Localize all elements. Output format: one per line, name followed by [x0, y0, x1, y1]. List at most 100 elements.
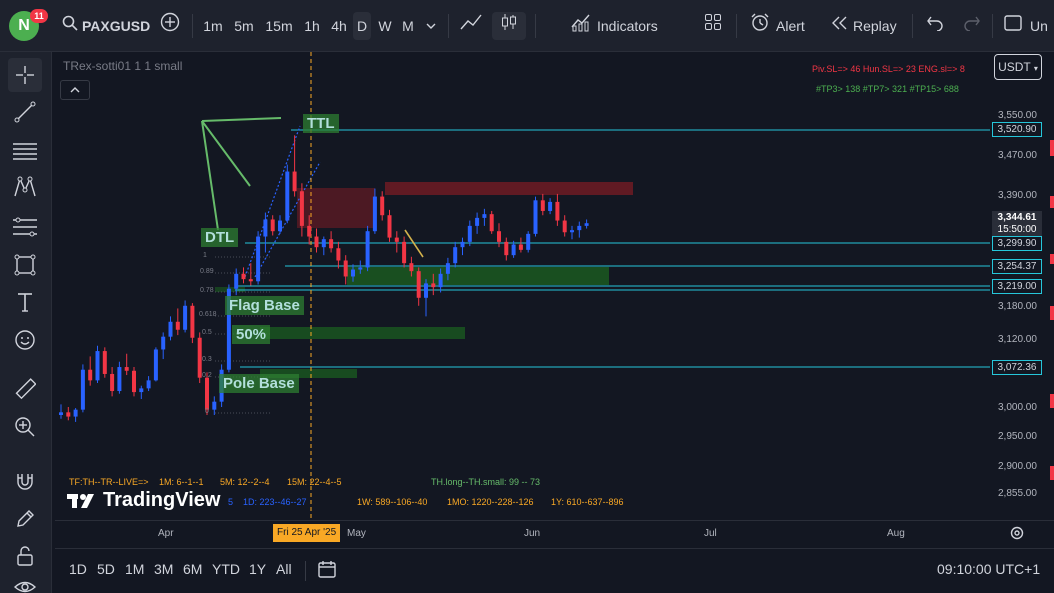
interval-1m[interactable]: 1m	[201, 12, 225, 40]
range-5d[interactable]: 5D	[97, 561, 115, 577]
interval-4h[interactable]: 4h	[327, 12, 351, 40]
candle-body	[124, 367, 129, 371]
candle-body	[577, 225, 582, 231]
candle-body	[241, 273, 246, 280]
candle-body	[146, 380, 151, 389]
currency-label: USDT	[998, 60, 1031, 74]
alarm-clock-icon[interactable]	[748, 12, 772, 40]
pencil-lock-icon[interactable]	[8, 502, 42, 536]
rectangle-icon[interactable]	[8, 248, 42, 282]
magnet-icon[interactable]	[8, 464, 42, 498]
info-1y: 1Y: 610--637--896	[551, 497, 624, 507]
range-6m[interactable]: 6M	[183, 561, 202, 577]
timezone-clock[interactable]: 09:10:00 UTC+1	[937, 561, 1040, 577]
crosshair-icon[interactable]	[8, 58, 42, 92]
text-tool-icon[interactable]	[8, 285, 42, 319]
indicator-title[interactable]: TRex-sotti01 1 1 small	[63, 59, 182, 73]
interval-d[interactable]: D	[353, 12, 371, 40]
zoom-in-icon[interactable]	[8, 410, 42, 444]
candle-body	[409, 263, 414, 272]
price-chart[interactable]: TRex-sotti01 1 1 small Piv.SL=> 46 Hun.S…	[55, 52, 990, 520]
price-tag: 3,072.36	[992, 360, 1042, 375]
indicators-icon[interactable]	[568, 12, 594, 40]
fib-retracement-icon[interactable]	[8, 210, 42, 244]
info-1m: 1M: 6--1--1	[159, 477, 204, 487]
pennant-drawing	[201, 117, 282, 231]
time-axis[interactable]: Apr May Jun Jul Aug Fri 25 Apr '25	[55, 520, 1054, 548]
range-1d[interactable]: 1D	[69, 561, 87, 577]
candle-body	[299, 191, 304, 226]
range-3m[interactable]: 3M	[154, 561, 173, 577]
avatar-letter: N	[18, 17, 30, 34]
interval-w[interactable]: W	[375, 12, 395, 40]
candle-body	[365, 231, 370, 268]
current-price: 3,344.61	[997, 212, 1037, 223]
range-all[interactable]: All	[276, 561, 292, 577]
candle-body	[95, 351, 100, 381]
range-1y[interactable]: 1Y	[249, 561, 266, 577]
divider	[305, 561, 306, 581]
fib-level-label: 0.618	[199, 311, 217, 318]
x-tick: Apr	[158, 528, 174, 539]
info-1w: 1W: 589--106--40	[357, 497, 428, 507]
replay-icon[interactable]	[828, 12, 850, 40]
divider	[535, 14, 536, 38]
candle-body	[475, 217, 480, 226]
candle-body	[555, 201, 560, 221]
collapse-legend-button[interactable]	[60, 80, 90, 100]
edge-marker	[1050, 466, 1054, 480]
x-tick: Jun	[524, 528, 541, 539]
range-1m[interactable]: 1M	[125, 561, 144, 577]
undo-icon[interactable]	[923, 12, 947, 40]
crosshair-date-label: Fri 25 Apr '25	[273, 524, 341, 542]
fullscreen-icon[interactable]	[1002, 12, 1024, 40]
supply-zone-right	[385, 182, 633, 195]
unnamed-layout-button[interactable]: Un	[1030, 12, 1054, 40]
eye-icon[interactable]	[8, 570, 42, 593]
alert-button[interactable]: Alert	[776, 12, 812, 40]
candlestick-icon[interactable]	[492, 12, 526, 40]
layout-grid-icon[interactable]	[700, 12, 726, 40]
candle-body	[314, 236, 319, 248]
fifty-zone	[260, 327, 465, 339]
edge-marker	[1050, 196, 1054, 208]
trend-line-icon[interactable]	[8, 95, 42, 129]
candle-body	[292, 171, 297, 192]
emoji-icon[interactable]	[8, 323, 42, 357]
tradingview-logo[interactable]: TradingView	[67, 489, 220, 512]
date-range-icon[interactable]	[317, 559, 337, 584]
ruler-icon[interactable]	[8, 372, 42, 406]
candle-body	[548, 201, 553, 211]
current-price-tag: 3,344.61 15:50:00	[992, 211, 1042, 238]
redo-icon[interactable]	[960, 12, 984, 40]
range-ytd[interactable]: YTD	[212, 561, 240, 577]
lock-icon[interactable]	[8, 539, 42, 573]
symbol-search-button[interactable]: PAXGUSD	[82, 12, 150, 40]
divider	[992, 14, 993, 38]
candle-body	[248, 279, 253, 282]
compare-symbol-button[interactable]	[157, 12, 183, 40]
edge-marker	[1050, 140, 1054, 156]
chart-style-line-icon[interactable]	[456, 12, 486, 40]
search-icon[interactable]	[60, 12, 80, 40]
horizontal-lines-icon[interactable]	[8, 134, 42, 168]
interval-1h[interactable]: 1h	[300, 12, 324, 40]
pattern-tool-icon[interactable]	[8, 170, 42, 204]
candle-body	[212, 401, 217, 410]
candle-body	[321, 239, 326, 248]
y-tick: 2,900.00	[998, 461, 1037, 472]
settings-gear-icon[interactable]	[1009, 525, 1025, 546]
indicators-button[interactable]: Indicators	[597, 12, 663, 40]
currency-selector[interactable]: USDT ▾	[994, 54, 1042, 80]
candle-body	[540, 200, 545, 211]
candle-body	[205, 377, 209, 410]
interval-15m[interactable]: 15m	[263, 12, 295, 40]
chevron-down-icon[interactable]	[422, 12, 440, 40]
x-tick: Aug	[887, 528, 905, 539]
candle-body	[329, 239, 334, 249]
interval-5m[interactable]: 5m	[231, 12, 257, 40]
candle-body	[183, 305, 188, 330]
fib-level-label: 0	[205, 408, 209, 415]
replay-button[interactable]: Replay	[853, 12, 901, 40]
interval-m[interactable]: M	[399, 12, 417, 40]
